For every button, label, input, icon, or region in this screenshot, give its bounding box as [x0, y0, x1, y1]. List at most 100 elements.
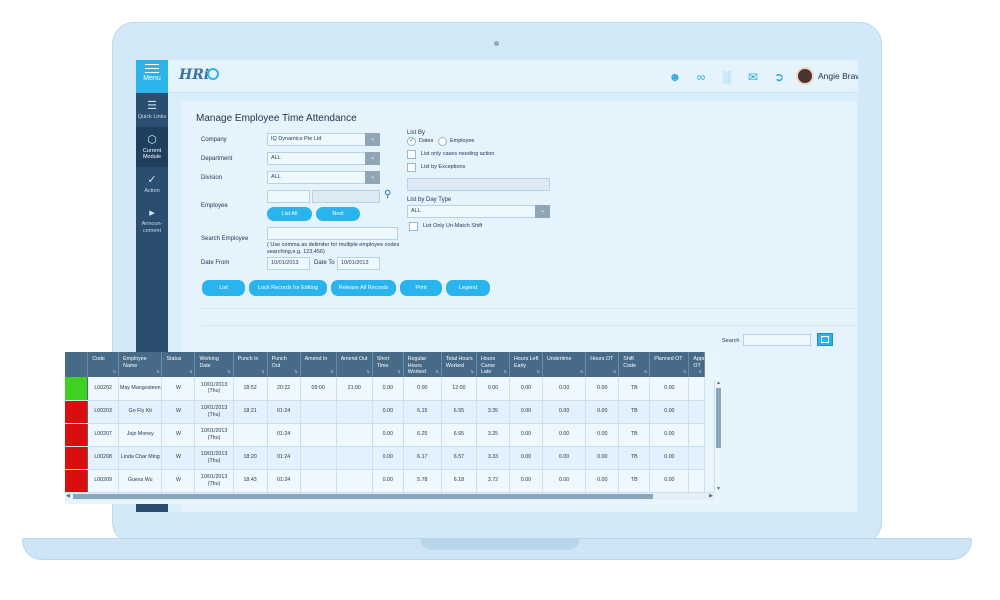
- sort-icon[interactable]: ⇅: [330, 369, 333, 376]
- column-header[interactable]: Code ⇅: [87, 352, 120, 377]
- grid-search-input[interactable]: [743, 334, 811, 346]
- horizontal-scroll-thumb[interactable]: [73, 494, 653, 499]
- cell-ot: 0.00: [585, 400, 620, 424]
- sort-icon[interactable]: ⇅: [156, 369, 159, 376]
- sort-icon[interactable]: ⇅: [699, 369, 702, 376]
- user-icon[interactable]: ☻: [666, 69, 684, 85]
- table-row[interactable]: L00209 Guess Wu W 10/01/2013 (Thu) 18:43 01:2…: [65, 469, 705, 493]
- sort-icon[interactable]: ⇅: [580, 369, 583, 376]
- column-header[interactable]: Total Hours Worked ⇅: [441, 352, 477, 377]
- column-header[interactable]: Hours Left Early ⇅: [509, 352, 543, 377]
- column-header[interactable]: Employee Name ⇅: [118, 352, 163, 377]
- list-by-employee-radio[interactable]: [438, 137, 447, 146]
- company-select[interactable]: IQ Dynamics Pte Ltd ⌄: [267, 133, 380, 146]
- attachment-icon[interactable]: ∞: [692, 69, 710, 85]
- cell-amend-out: [336, 446, 373, 470]
- menu-button[interactable]: Menu: [136, 60, 168, 93]
- page-title: Manage Employee Time Attendance: [196, 113, 357, 124]
- list-all-button[interactable]: List All: [267, 207, 312, 221]
- sidebar-item-label: Action: [144, 187, 160, 194]
- scroll-up-icon[interactable]: ▲: [716, 380, 721, 386]
- employee-code-input[interactable]: [267, 190, 310, 203]
- day-type-select[interactable]: ALL ⌄: [407, 205, 550, 218]
- logo-text: HRi: [179, 67, 210, 83]
- column-header[interactable]: Hours Came Late ⇅: [476, 352, 510, 377]
- sidebar-item-announcement[interactable]: ▸ Announ-cement: [136, 200, 168, 240]
- attendance-grid: Code ⇅ Employee Name ⇅ Status ⇅ Working Date ⇅ P…: [65, 352, 722, 504]
- app-logo[interactable]: HRi: [179, 67, 220, 83]
- sort-icon[interactable]: ⇅: [397, 369, 400, 376]
- cell-amend-in: [300, 400, 337, 424]
- table-row[interactable]: L00203 Go Fly Kit W 10/01/2013 (Thu) 18:21 01…: [65, 400, 705, 424]
- search-icon[interactable]: ⚲: [384, 189, 391, 200]
- department-select[interactable]: ALL ⌄: [267, 152, 380, 165]
- list-by-dates-radio[interactable]: [407, 136, 416, 146]
- exceptions-select[interactable]: [407, 178, 550, 191]
- sidebar-item-action[interactable]: ✓ Action: [136, 167, 168, 201]
- cell-undertime: 0.00: [542, 469, 587, 493]
- mail-icon[interactable]: ✉: [744, 69, 762, 85]
- cell-punch-out: 01:24: [267, 423, 301, 447]
- table-row[interactable]: L00202 May Mangosteen W 10/01/2013 (Thu) 18:…: [65, 377, 705, 401]
- column-header[interactable]: Punch Out ⇅: [267, 352, 301, 377]
- sort-icon[interactable]: ⇅: [504, 369, 507, 376]
- only-action-checkbox[interactable]: [407, 150, 416, 159]
- sort-icon[interactable]: ⇅: [613, 369, 616, 376]
- sort-icon[interactable]: ⇅: [261, 369, 264, 376]
- release-records-button[interactable]: Release All Records: [331, 280, 396, 296]
- scroll-down-icon[interactable]: ▼: [716, 486, 721, 492]
- column-header[interactable]: Regular Hours Worked ⇅: [403, 352, 442, 377]
- column-header[interactable]: Amend Out ⇅: [336, 352, 373, 377]
- list-button[interactable]: List: [202, 280, 245, 296]
- vertical-scroll-thumb[interactable]: [716, 388, 721, 448]
- cell-ot: 0.00: [585, 469, 620, 493]
- user-name[interactable]: Angie Brawn: [818, 71, 858, 81]
- column-header[interactable]: Hours OT ⇅: [585, 352, 620, 377]
- lock-records-button[interactable]: Lock Records for Editing: [249, 280, 327, 296]
- sort-icon[interactable]: ⇅: [537, 369, 540, 376]
- search-employee-input[interactable]: [267, 227, 398, 240]
- column-header[interactable]: Working Date ⇅: [194, 352, 234, 377]
- column-header[interactable]: Amend In ⇅: [300, 352, 337, 377]
- sort-icon[interactable]: ⇅: [471, 369, 474, 376]
- next-button[interactable]: Next: [316, 207, 360, 221]
- sort-icon[interactable]: ⇅: [227, 369, 230, 376]
- avatar[interactable]: [796, 67, 814, 85]
- column-header[interactable]: Planned OT ⇅: [649, 352, 690, 377]
- scroll-left-icon[interactable]: ◀: [66, 493, 70, 499]
- column-header[interactable]: Undertime ⇅: [542, 352, 587, 377]
- date-to-input[interactable]: 10/01/2013: [337, 257, 380, 270]
- by-exceptions-checkbox[interactable]: [407, 163, 416, 172]
- sidebar-item-current-module[interactable]: ⬡ Current Module: [136, 126, 168, 167]
- column-header[interactable]: [65, 352, 89, 377]
- column-header[interactable]: Shift Code ⇅: [618, 352, 651, 377]
- column-header[interactable]: Appr OT ⇅: [688, 352, 705, 377]
- unmatch-checkbox[interactable]: [409, 222, 418, 231]
- column-header[interactable]: Status ⇅: [161, 352, 196, 377]
- table-row[interactable]: L00208 Linda Char Ming W 10/01/2013 (Thu) 18…: [65, 446, 705, 470]
- sort-icon[interactable]: ⇅: [436, 369, 439, 376]
- column-header[interactable]: Short Time ⇅: [372, 352, 404, 377]
- table-row[interactable]: L00207 Jojo Money W 10/01/2013 (Thu) 01:24 0.…: [65, 423, 705, 447]
- sort-icon[interactable]: ⇅: [366, 369, 369, 376]
- columns-toggle-button[interactable]: [817, 333, 833, 346]
- sort-icon[interactable]: ⇅: [189, 369, 192, 376]
- print-button[interactable]: Print: [400, 280, 442, 296]
- sort-icon[interactable]: ⇅: [683, 369, 686, 376]
- cell-shift: TB: [618, 469, 651, 493]
- column-header[interactable]: Punch In ⇅: [233, 352, 268, 377]
- logout-icon[interactable]: ➲: [770, 69, 788, 85]
- division-select[interactable]: ALL ⌄: [267, 171, 380, 184]
- column-header-label: Planned OT: [654, 356, 683, 362]
- sort-icon[interactable]: ⇅: [644, 369, 647, 376]
- sort-icon[interactable]: ⇅: [113, 369, 116, 376]
- sidebar-item-quick-links[interactable]: ☰ Quick Links: [136, 93, 168, 127]
- date-from-input[interactable]: 10/01/2013: [267, 257, 310, 270]
- legend-button[interactable]: Legend: [446, 280, 490, 296]
- scroll-right-icon[interactable]: ▶: [709, 493, 713, 499]
- horizontal-scrollbar[interactable]: ◀ ▶: [65, 492, 714, 500]
- employee-name-input[interactable]: [312, 190, 380, 203]
- chart-icon[interactable]: ░: [718, 69, 736, 85]
- vertical-scrollbar[interactable]: ▲ ▼: [714, 380, 722, 492]
- sort-icon[interactable]: ⇅: [294, 369, 297, 376]
